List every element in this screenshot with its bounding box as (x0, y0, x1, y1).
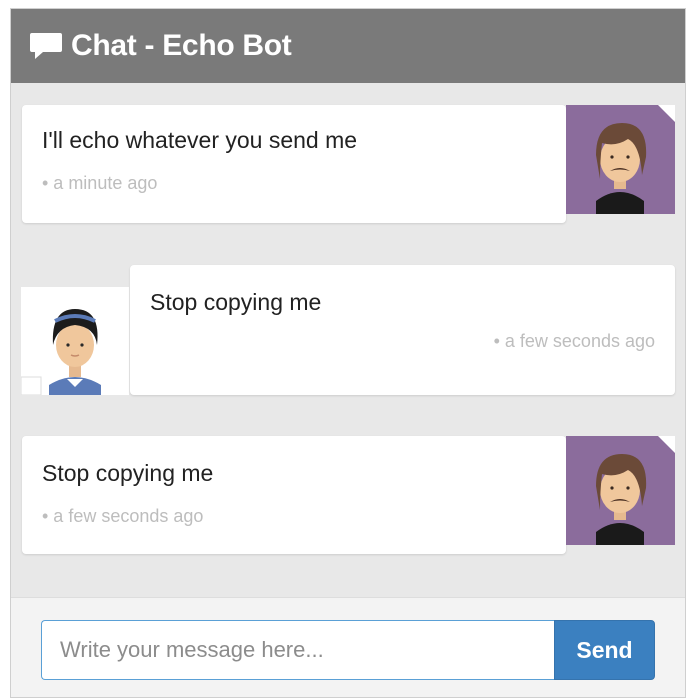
bot-avatar (566, 105, 675, 214)
bot-avatar (566, 436, 675, 545)
send-button[interactable]: Send (554, 620, 655, 680)
message-user: Stop copying me • a few seconds ago (130, 265, 675, 395)
speech-bubble-icon (29, 31, 63, 61)
message-timestamp: • a minute ago (42, 173, 158, 193)
message-text: I'll echo whatever you send me (42, 127, 358, 153)
message-timestamp: • a few seconds ago (42, 506, 204, 526)
chat-header: Chat - Echo Bot (11, 9, 685, 83)
chat-title: Chat - Echo Bot (71, 29, 292, 62)
chat-widget: Chat - Echo Bot I'll echo whatever you s… (10, 8, 686, 698)
message-input[interactable] (41, 620, 555, 680)
message-text: Stop copying me (150, 289, 322, 315)
user-avatar (21, 287, 129, 395)
message-bot: Stop copying me • a few seconds ago (22, 436, 566, 554)
message-timestamp: • a few seconds ago (493, 331, 655, 351)
message-composer: Send (11, 597, 685, 697)
message-bot: I'll echo whatever you send me • a minut… (22, 105, 566, 223)
message-text: Stop copying me (42, 460, 214, 486)
